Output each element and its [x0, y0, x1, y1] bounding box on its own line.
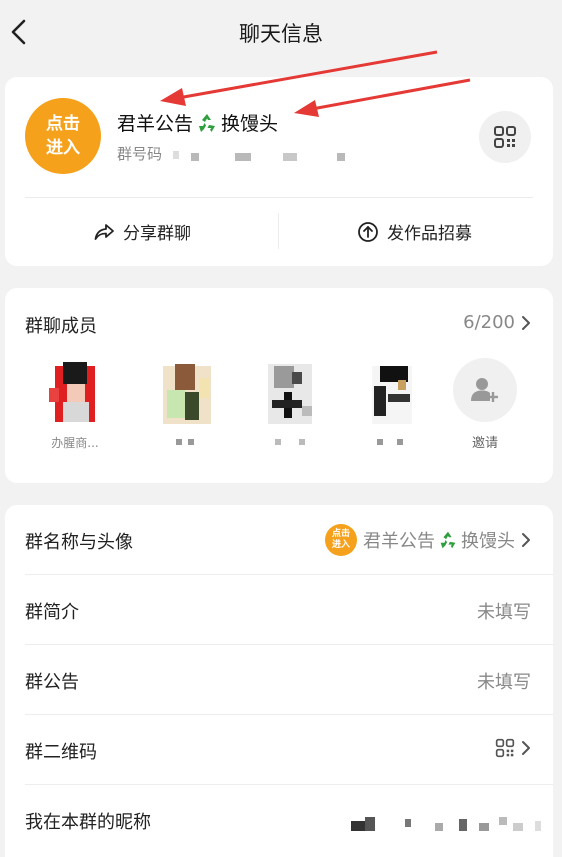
- group-name-suffix: 换馒头: [221, 113, 279, 135]
- group-info-card: 点击进入 君羊公告 换馒头 群号码 分享群聊 发作品招募: [5, 77, 553, 266]
- row-value: [495, 738, 531, 758]
- row-label: 群二维码: [25, 742, 97, 763]
- member-name: 办腥商...: [51, 436, 99, 450]
- chevron-right-icon: [522, 533, 530, 547]
- share-group-label: 分享群聊: [123, 224, 191, 244]
- group-id-redacted: [283, 153, 297, 161]
- add-user-icon: [471, 378, 498, 402]
- member-item[interactable]: [145, 358, 225, 450]
- share-icon: [94, 223, 114, 240]
- page-title: 聊天信息: [239, 22, 323, 46]
- chevron-right-icon: [522, 315, 530, 330]
- member-avatar: [153, 358, 217, 430]
- member-name-redacted: [145, 434, 225, 450]
- group-name-suffix-value: 换馒头: [461, 531, 515, 552]
- qrcode-icon: [494, 126, 516, 148]
- group-mini-avatar: 点击进入: [325, 524, 357, 556]
- row-label: 群名称与头像: [25, 532, 133, 553]
- row-value: 未填写: [477, 672, 531, 693]
- row-label: 我在本群的昵称: [25, 812, 151, 833]
- chevron-right-icon: [522, 741, 530, 755]
- member-avatar: [258, 358, 322, 430]
- settings-row-notice[interactable]: 群公告 未填写: [5, 645, 553, 715]
- divider: [278, 213, 279, 249]
- group-id-label: 群号码: [117, 145, 163, 163]
- group-id-redacted: [191, 153, 199, 161]
- row-value: 点击进入 君羊公告 换馒头: [325, 524, 531, 556]
- member-name-redacted: [250, 434, 330, 450]
- member-avatar: [43, 358, 107, 430]
- member-item[interactable]: [350, 358, 430, 450]
- settings-row-intro[interactable]: 群简介 未填写: [5, 575, 553, 645]
- qrcode-icon: [495, 738, 515, 758]
- row-value: 未填写: [477, 602, 531, 623]
- settings-card: 群名称与头像 点击进入 君羊公告 换馒头 群简介 未填写 群公告 未填写 群二维…: [5, 505, 553, 857]
- members-count: 6/200: [463, 312, 515, 333]
- group-id-redacted: [337, 153, 345, 161]
- recycle-icon: [196, 111, 219, 134]
- row-label: 群公告: [25, 672, 79, 693]
- group-avatar[interactable]: 点击进入: [25, 98, 101, 174]
- recycle-icon: [440, 531, 456, 549]
- member-item[interactable]: [250, 358, 330, 450]
- recruit-label: 发作品招募: [387, 224, 472, 244]
- settings-row-name-avatar[interactable]: 群名称与头像 点击进入 君羊公告 换馒头: [5, 505, 553, 575]
- member-avatar: [358, 358, 422, 430]
- settings-row-nickname[interactable]: 我在本群的昵称: [5, 785, 553, 855]
- qrcode-button[interactable]: [479, 111, 531, 163]
- members-card: 群聊成员 6/200 办腥商... 邀请: [5, 288, 553, 483]
- invite-button[interactable]: 邀请: [453, 358, 517, 451]
- group-id-redacted: [173, 151, 179, 159]
- top-bar: 聊天信息: [0, 0, 562, 64]
- upload-circle-icon: [358, 221, 378, 242]
- invite-avatar: [453, 358, 517, 422]
- group-avatar-text: 点击进入: [46, 114, 80, 158]
- mini-avatar-text: 点击进入: [331, 529, 350, 550]
- group-name: 君羊公告 换馒头: [117, 109, 278, 136]
- share-group-button[interactable]: 分享群聊: [93, 219, 191, 244]
- group-name-text: 君羊公告: [117, 113, 194, 135]
- group-name-value: 君羊公告: [363, 531, 435, 552]
- members-count-link[interactable]: 6/200: [463, 312, 531, 333]
- row-label: 群简介: [25, 602, 79, 623]
- group-id-redacted: [235, 153, 251, 161]
- nickname-redacted: [351, 817, 551, 831]
- members-title: 群聊成员: [25, 316, 97, 337]
- member-item[interactable]: 办腥商...: [35, 358, 115, 450]
- recruit-button[interactable]: 发作品招募: [357, 219, 472, 244]
- invite-label: 邀请: [471, 436, 498, 451]
- divider: [25, 197, 533, 198]
- member-name-redacted: [350, 434, 430, 450]
- settings-row-qrcode[interactable]: 群二维码: [5, 715, 553, 785]
